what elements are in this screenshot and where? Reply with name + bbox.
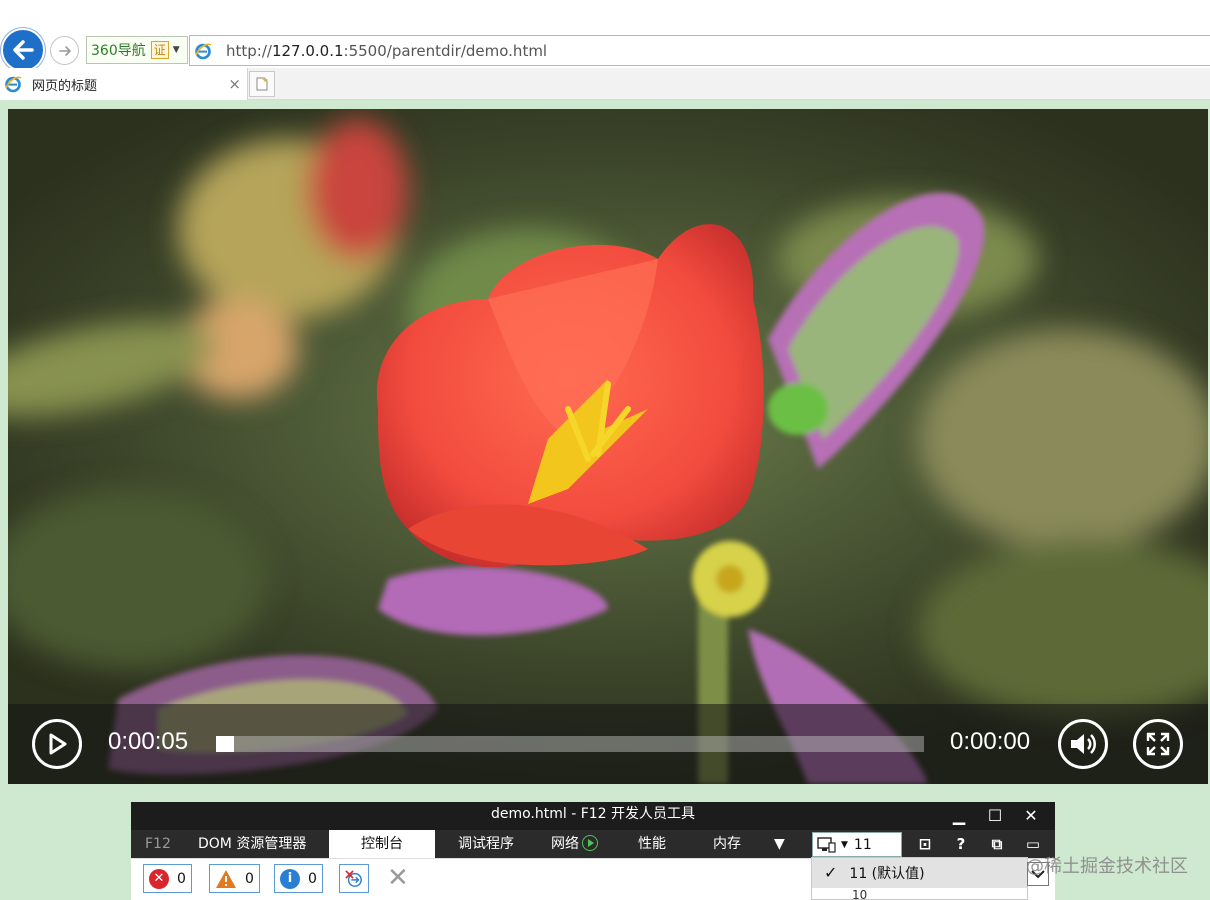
document-mode-value: 11 [853,836,872,853]
dropdown-option[interactable]: 10 [812,888,1027,900]
warning-icon [216,869,236,888]
search-engine-label: 360导航 [91,43,146,59]
dropdown-option-selected[interactable]: ✓ 11 (默认值) [812,858,1027,888]
help-icon[interactable]: ? [943,830,979,858]
maximize-icon[interactable]: ☐ [977,804,1013,828]
clear-console-icon[interactable]: ✕ [387,863,409,893]
tab-active[interactable]: 网页的标题 × [0,68,248,100]
more-tabs-icon[interactable]: ▼ [764,830,795,858]
checkmark-icon: ✓ [824,863,838,882]
devtools-tab-bar: F12 DOM 资源管理器 控制台 调试程序 网络 性能 内存 ▼ ▼ 11 ⊡… [131,830,1055,858]
clear-on-navigate-button[interactable] [339,864,369,893]
volume-icon [1071,734,1096,754]
minimize-icon[interactable]: ▁ [941,804,977,828]
dropdown-option-label: 11 (默认值) [849,866,925,882]
info-filter-button[interactable]: i 0 [274,864,323,893]
ie-logo-icon [195,43,212,59]
url-path: :5500/parentdir/demo.html [343,41,548,60]
devtools-title: demo.html - F12 开发人员工具 [490,806,696,822]
close-window-icon[interactable]: ✕ [1013,804,1049,828]
play-button[interactable] [32,719,82,769]
error-icon: ✕ [149,868,169,889]
warning-count: 0 [245,870,254,887]
error-filter-button[interactable]: ✕ 0 [143,864,192,893]
video-frame [8,119,1208,784]
close-icon[interactable]: × [228,75,241,93]
new-page-icon [256,77,268,91]
tab-f12[interactable]: F12 [135,830,181,858]
devtools-titlebar: demo.html - F12 开发人员工具 ▁ ☐ ✕ [131,802,1055,830]
new-tab-button[interactable] [249,71,275,97]
tab-performance[interactable]: 性能 [628,830,676,858]
info-icon: i [280,868,300,889]
chevron-down-icon[interactable]: ▼ [841,840,848,850]
video-player[interactable]: 0:00:05 0:00:00 [8,109,1208,784]
back-button[interactable] [1,28,45,72]
duration-time: 0:00:00 [950,728,1031,755]
fullscreen-button[interactable] [1133,719,1183,769]
search-engine-selector[interactable]: 360导航 证 ▼ [86,36,188,64]
seek-bar-fill[interactable] [216,736,234,752]
tab-dom-explorer[interactable]: DOM 资源管理器 [188,830,316,858]
tab-title: 网页的标题 [32,78,98,94]
tab-console[interactable]: 控制台 [329,830,435,858]
forward-button[interactable] [50,36,79,65]
tab-network[interactable]: 网络 [541,830,608,858]
arrow-right-icon [58,45,71,56]
tab-strip: 网页的标题 × [0,68,1210,100]
console-prompt-icon[interactable]: ⊡ [907,830,943,858]
play-icon [49,733,67,755]
tab-network-label: 网络 [551,836,579,852]
monitor-icon [817,836,836,853]
watermark: @稀土掘金技术社区 [1026,856,1188,877]
network-play-icon [582,835,598,851]
address-bar-row: 360导航 证 ▼ http://127.0.0.1:5500/parentdi… [0,0,1210,72]
error-count: 0 [177,870,186,887]
current-time: 0:00:05 [108,728,189,755]
document-mode-select[interactable]: ▼ 11 [812,832,902,857]
document-mode-dropdown: ✓ 11 (默认值) 10 [811,857,1028,900]
url-host: 127.0.0.1 [271,41,344,60]
volume-button[interactable] [1058,719,1108,769]
warning-filter-button[interactable]: 0 [209,864,260,893]
seek-bar[interactable] [216,736,924,752]
url-prefix: http:// [226,41,272,60]
arrow-left-icon [13,40,34,60]
ie-logo-icon [5,76,22,93]
chevron-down-icon[interactable]: ▼ [173,45,180,55]
fullscreen-icon [1146,732,1170,756]
tab-memory[interactable]: 内存 [703,830,751,858]
url-field[interactable]: http://127.0.0.1:5500/parentdir/demo.htm… [189,35,1210,66]
tab-debugger[interactable]: 调试程序 [448,830,524,858]
undock-icon[interactable]: ⧉ [979,830,1015,858]
certificate-icon[interactable]: 证 [150,41,169,59]
navigate-clear-icon [345,869,362,887]
video-controls-bar: 0:00:05 0:00:00 [8,704,1208,784]
info-count: 0 [308,870,317,887]
